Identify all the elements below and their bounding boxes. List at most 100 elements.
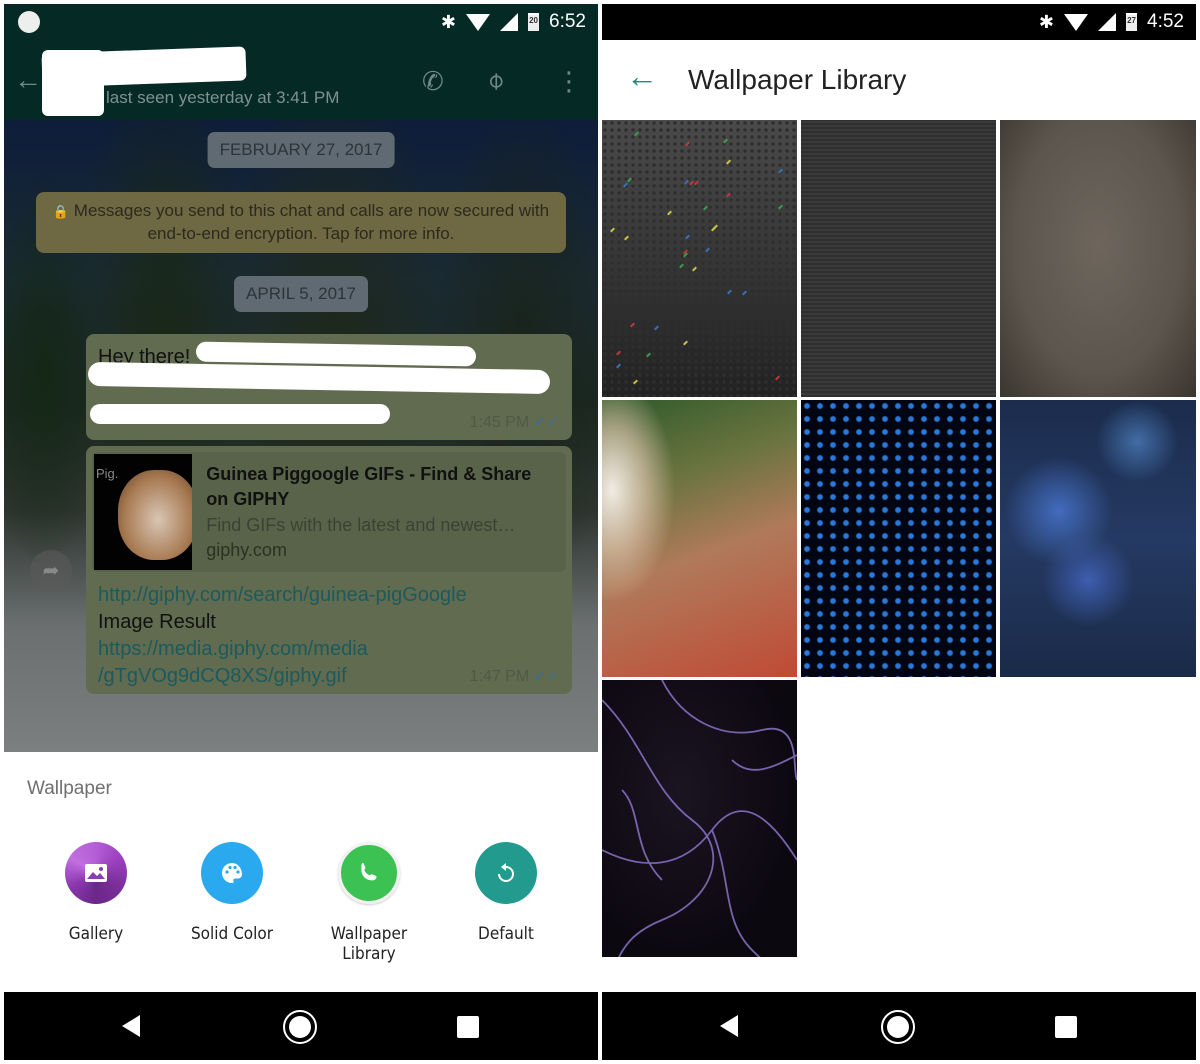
- bluetooth-icon: ✱: [440, 11, 457, 32]
- sparkle-decoration: [616, 350, 621, 356]
- sparkle-decoration: [726, 192, 731, 198]
- status-time: 4:52: [1147, 11, 1184, 32]
- wallpaper-tile-purple-plasma-lines[interactable]: [602, 680, 797, 957]
- whatsapp-icon: [338, 842, 400, 904]
- wallpaper-tile-green-red-light-blur[interactable]: [602, 400, 797, 677]
- sparkle-decoration: [667, 210, 672, 216]
- sparkle-decoration: [705, 247, 710, 253]
- status-bar: ✱ 27 4:52: [602, 4, 1196, 40]
- thumbnail-label: Pig.: [96, 466, 119, 481]
- sparkle-decoration: [775, 375, 780, 381]
- battery-icon: 20: [528, 13, 540, 31]
- cell-signal-icon: [500, 13, 519, 31]
- message-time: 1:47 PM ✓✓: [469, 668, 560, 685]
- sparkle-decoration: [778, 204, 783, 210]
- sparkle-decoration: [726, 159, 731, 165]
- message-link[interactable]: http://giphy.com/search/guinea-pigGoogle: [98, 582, 560, 609]
- wallpaper-tile-brown-vintage-texture[interactable]: [1000, 120, 1196, 397]
- wifi-icon: [1064, 13, 1089, 31]
- avatar-redacted[interactable]: [42, 50, 104, 116]
- palette-icon: [201, 842, 263, 904]
- date-chip: FEBRUARY 27, 2017: [207, 132, 395, 168]
- sparkle-decoration: [633, 379, 638, 385]
- nav-bar: [602, 992, 1196, 1060]
- sparkle-decoration: [627, 177, 632, 183]
- encryption-notice[interactable]: 🔒 Messages you send to this chat and cal…: [36, 192, 566, 253]
- option-label: Solid Color: [190, 924, 274, 944]
- app-bar: ← Wallpaper Library: [602, 40, 1196, 118]
- wallpaper-tile-blue-bokeh[interactable]: [1000, 400, 1196, 677]
- paperclip-icon[interactable]: ⌀: [480, 65, 511, 96]
- sparkle-decoration: [694, 180, 699, 186]
- reset-icon: [475, 842, 537, 904]
- message-link[interactable]: https://media.giphy.com/media: [98, 636, 560, 663]
- wallpaper-tile-dark-carbon-mesh[interactable]: [801, 120, 996, 397]
- link-preview-description: Find GIFs with the latest and newest…: [206, 515, 516, 535]
- sparkle-decoration: [610, 227, 615, 233]
- wallpaper-bottom-sheet: Wallpaper Gallery Solid Color Wallpaper …: [4, 752, 598, 990]
- sparkle-decoration: [679, 263, 684, 269]
- read-ticks-icon: ✓✓: [533, 414, 560, 431]
- wallpaper-grid: [602, 120, 1196, 957]
- option-default[interactable]: Default: [441, 842, 571, 944]
- status-bar: ✱ 20 6:52: [4, 4, 598, 40]
- wifi-icon: [466, 13, 491, 31]
- option-gallery[interactable]: Gallery: [31, 842, 161, 944]
- guinea-pig-image: [118, 470, 193, 560]
- sheet-title: Wallpaper: [27, 778, 112, 799]
- nav-recents-icon[interactable]: [457, 1016, 479, 1038]
- sparkle-decoration: [778, 168, 783, 174]
- date-chip: APRIL 5, 2017: [234, 276, 368, 312]
- sparkle-decoration: [723, 138, 728, 144]
- sparkle-decoration: [692, 266, 697, 272]
- option-label: Gallery: [68, 924, 124, 944]
- sparkle-decoration: [727, 289, 732, 295]
- option-wallpaper-library[interactable]: Wallpaper Library: [304, 842, 434, 964]
- forward-icon[interactable]: ➦: [30, 550, 72, 592]
- read-ticks-icon: ✓✓: [533, 668, 560, 685]
- lock-icon: 🔒: [52, 204, 70, 219]
- nav-bar: [4, 992, 598, 1060]
- wallpaper-library-screen: ✱ 27 4:52 ← Wallpaper Library: [602, 4, 1196, 1060]
- sparkle-decoration: [703, 205, 708, 211]
- whatsapp-chat-screen: ✱ 20 6:52 ← last seen yesterday at 3:41 …: [4, 4, 598, 1060]
- sparkle-decoration: [654, 325, 659, 331]
- link-preview[interactable]: Pig. Guinea Piggoogle GIFs - Find & Shar…: [92, 452, 566, 572]
- gallery-icon: [65, 842, 127, 904]
- sparkle-decoration: [742, 290, 747, 296]
- message-time: 1:45 PM ✓✓: [469, 414, 560, 431]
- chat-header: ← last seen yesterday at 3:41 PM ✆ ⌀ ⋮: [4, 40, 598, 120]
- sparkle-decoration: [630, 322, 635, 328]
- nav-home-icon[interactable]: [881, 1010, 915, 1044]
- nav-home-icon[interactable]: [283, 1010, 317, 1044]
- option-label: Wallpaper Library: [330, 924, 408, 964]
- sparkle-decoration: [713, 224, 718, 230]
- bluetooth-icon: ✱: [1038, 11, 1055, 32]
- notification-baseball-icon: [18, 11, 40, 33]
- sparkle-decoration: [623, 182, 628, 188]
- nav-back-icon[interactable]: [122, 1015, 140, 1037]
- phone-icon[interactable]: ✆: [422, 66, 444, 97]
- sparkle-decoration: [616, 363, 621, 369]
- arrow-left-icon[interactable]: ←: [626, 58, 658, 95]
- nav-recents-icon[interactable]: [1055, 1016, 1077, 1038]
- sparkle-decoration: [646, 352, 651, 358]
- link-preview-title: Guinea Piggoogle GIFs - Find & Share on …: [206, 464, 532, 509]
- arrow-left-icon[interactable]: ←: [14, 64, 42, 96]
- message-text: Image Result: [98, 611, 216, 633]
- link-preview-site: giphy.com: [206, 540, 287, 560]
- chat-messages-area[interactable]: FEBRUARY 27, 2017 🔒 Messages you send to…: [4, 120, 598, 752]
- more-vert-icon[interactable]: ⋮: [556, 66, 582, 97]
- wallpaper-tile-colorful-sparkles-dark[interactable]: [602, 120, 797, 397]
- sparkle-decoration: [624, 235, 629, 241]
- status-time: 6:52: [549, 11, 586, 32]
- last-seen-status: last seen yesterday at 3:41 PM: [106, 88, 340, 107]
- cell-signal-icon: [1098, 13, 1117, 31]
- message-text-redacted: [90, 404, 390, 424]
- link-preview-thumbnail: Pig.: [94, 454, 193, 570]
- message-bubble[interactable]: Hey there! 1:45 PM ✓✓: [86, 334, 572, 440]
- option-solid-color[interactable]: Solid Color: [167, 842, 297, 944]
- nav-back-icon[interactable]: [720, 1015, 738, 1037]
- message-bubble[interactable]: Pig. Guinea Piggoogle GIFs - Find & Shar…: [86, 446, 572, 694]
- wallpaper-tile-blue-led-dots[interactable]: [801, 400, 996, 677]
